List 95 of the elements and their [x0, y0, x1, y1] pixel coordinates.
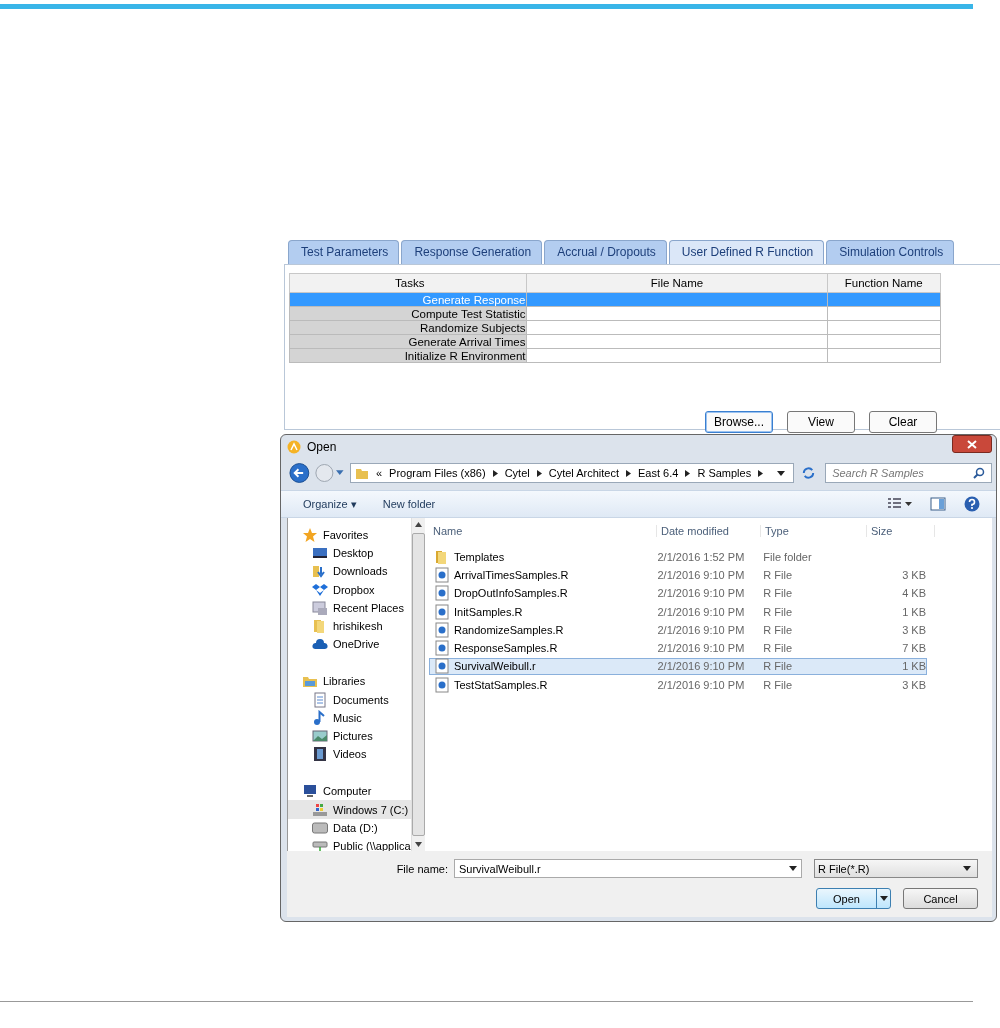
app-icon: [287, 440, 301, 454]
breadcrumb[interactable]: East 6.4: [638, 467, 679, 479]
file-icon: [434, 566, 450, 583]
file-row[interactable]: InitSamples.R 2/1/2016 9:10 PM R File 1 KB: [429, 602, 927, 621]
panel-button[interactable]: Clear: [869, 411, 937, 433]
caret-icon[interactable]: [336, 470, 344, 476]
close-button[interactable]: [952, 435, 992, 453]
address-bar[interactable]: « Program Files (x86) Cytel Cytel Architect East 6.4 R Samples: [349, 463, 795, 483]
file-icon: [434, 603, 450, 620]
recent-icon: [312, 599, 328, 616]
star-icon: [302, 527, 318, 544]
file-row[interactable]: SurvivalWeibull.r 2/1/2016 9:10 PM R File 1 KB: [429, 657, 927, 676]
column-header: File Name: [527, 273, 828, 293]
panel-button[interactable]: View: [787, 411, 855, 433]
column-header[interactable]: Name: [429, 525, 657, 537]
chevron-icon[interactable]: [758, 469, 764, 477]
dropdown-icon[interactable]: [879, 896, 888, 901]
pictures-icon: [312, 727, 328, 744]
file-row[interactable]: TestStatSamples.R 2/1/2016 9:10 PM R File 3 KB: [429, 676, 927, 694]
breadcrumb[interactable]: Program Files (x86): [389, 467, 486, 479]
nav-item[interactable]: OneDrive: [288, 635, 411, 654]
tab[interactable]: Response Generation: [401, 240, 543, 264]
file-icon: [434, 658, 450, 675]
chevron-icon[interactable]: [685, 469, 691, 477]
scroll-up-icon[interactable]: [414, 522, 422, 527]
column-header: Tasks: [289, 273, 527, 293]
cancel-button[interactable]: Cancel: [903, 888, 978, 909]
panel-button[interactable]: Browse...: [705, 411, 773, 433]
dropdown-icon[interactable]: [777, 470, 786, 476]
file-icon: [434, 676, 450, 693]
nav-item[interactable]: Videos: [288, 745, 411, 764]
chevron-icon[interactable]: [626, 469, 631, 477]
window-title: Open: [307, 440, 337, 454]
view-menu-icon[interactable]: [888, 498, 912, 510]
file-row[interactable]: RandomizeSamples.R 2/1/2016 9:10 PM R File 3 KB: [429, 621, 927, 639]
computer-icon: [302, 783, 318, 800]
search-field[interactable]: Search R Samples: [825, 463, 992, 483]
nav-item[interactable]: hrishikesh: [288, 616, 411, 636]
video-icon: [312, 746, 328, 763]
scroll-thumb[interactable]: [411, 533, 425, 836]
file-row[interactable]: DropOutInfoSamples.R 2/1/2016 9:10 PM R File 4 KB: [429, 584, 927, 602]
file-name-field[interactable]: SurvivalWeibull.r: [454, 859, 802, 878]
nav-item[interactable]: Public (\\applica: [288, 836, 411, 855]
folder-icon: [354, 466, 369, 480]
document-icon: [312, 691, 328, 708]
scrollbar[interactable]: [410, 518, 425, 851]
nav-item[interactable]: Music: [288, 708, 411, 727]
organize-menu[interactable]: Organize ▾: [303, 497, 357, 511]
nav-section[interactable]: Libraries: [288, 672, 411, 691]
file-icon: [434, 585, 450, 602]
nav-item[interactable]: Documents: [288, 690, 411, 709]
downloads-icon: [312, 563, 328, 580]
nav-item[interactable]: Pictures: [288, 726, 411, 746]
close-icon: [967, 439, 977, 449]
dropdown-icon[interactable]: [789, 866, 797, 871]
windrive-icon: [312, 801, 328, 818]
nav-item[interactable]: Windows 7 (C:): [288, 800, 411, 819]
chevron-icon[interactable]: [492, 469, 498, 477]
breadcrumb[interactable]: Cytel Architect: [548, 467, 619, 479]
tab[interactable]: Accrual / Dropouts: [544, 240, 667, 264]
file-row[interactable]: Templates 2/1/2016 1:52 PM File folder: [429, 548, 927, 566]
dropdown-icon[interactable]: [963, 866, 971, 871]
nav-section[interactable]: Computer: [288, 782, 411, 801]
nav-item[interactable]: Data (D:): [288, 818, 411, 837]
nav-item[interactable]: Dropbox: [288, 580, 411, 599]
chevron-icon[interactable]: [536, 469, 542, 477]
back-icon[interactable]: [289, 462, 312, 484]
column-header[interactable]: Type: [761, 525, 867, 537]
file-row[interactable]: ResponseSamples.R 2/1/2016 9:10 PM R File 7 KB: [429, 639, 927, 657]
nav-section[interactable]: Favorites: [288, 526, 411, 545]
nav-item[interactable]: Desktop: [288, 544, 411, 563]
help-icon[interactable]: [964, 496, 980, 512]
nav-item[interactable]: Downloads: [288, 562, 411, 581]
file-name-label: File name:: [396, 862, 448, 875]
file-icon: [434, 621, 450, 638]
file-icon: [434, 640, 450, 657]
new-folder-button[interactable]: New folder: [382, 498, 436, 510]
column-header[interactable]: Date modified: [657, 525, 761, 537]
column-header: Function Name: [827, 273, 941, 293]
tab[interactable]: User Defined R Function: [668, 240, 825, 264]
breadcrumb[interactable]: Cytel: [504, 467, 530, 479]
tab[interactable]: Simulation Controls: [826, 240, 955, 264]
file-row[interactable]: ArrivalTimesSamples.R 2/1/2016 9:10 PM R File 3 KB: [429, 566, 927, 584]
file-type-dropdown[interactable]: R File(*.R): [814, 859, 978, 878]
nav-item[interactable]: Recent Places: [288, 598, 411, 617]
column-header[interactable]: Size: [867, 525, 935, 537]
preview-pane-icon[interactable]: [930, 497, 946, 511]
scroll-down-icon[interactable]: [414, 842, 422, 847]
breadcrumb[interactable]: «: [375, 467, 383, 479]
tab[interactable]: Test Parameters: [288, 240, 400, 264]
drive-icon: [312, 819, 328, 836]
open-button[interactable]: Open: [816, 888, 891, 909]
dropbox-icon: [312, 581, 328, 598]
search-icon: [973, 467, 985, 479]
breadcrumb[interactable]: R Samples: [697, 467, 752, 479]
